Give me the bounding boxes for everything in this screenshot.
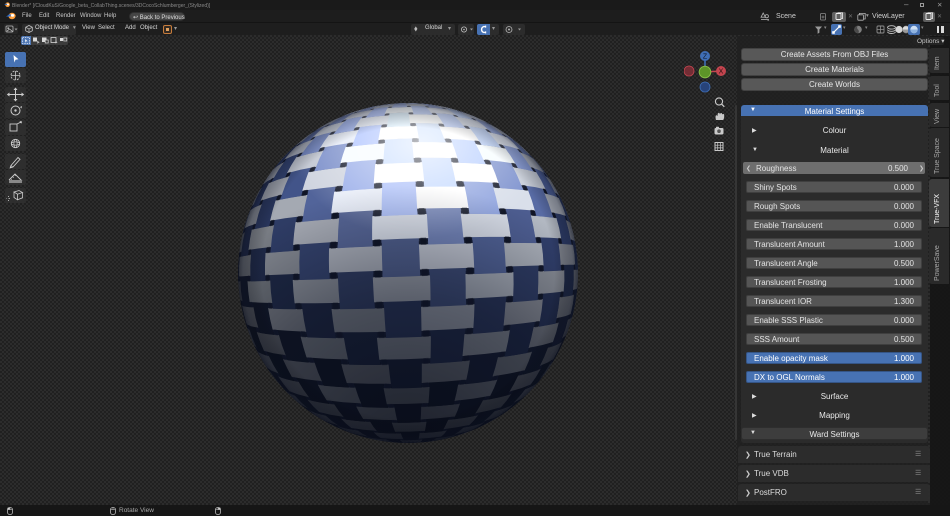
svg-text:Z: Z [703,54,708,61]
svg-text:X: X [719,69,724,76]
